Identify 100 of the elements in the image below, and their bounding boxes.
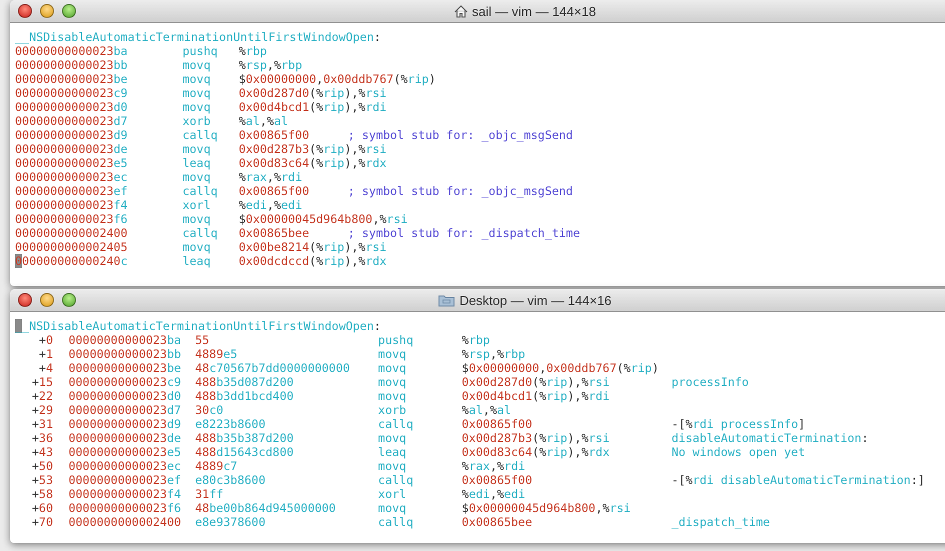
address-text: 00000000000023ec <box>68 459 182 473</box>
operand-text: %edi,%edi <box>462 487 526 501</box>
mnemonic-text: movq <box>182 142 211 156</box>
mnemonic-text: movq <box>182 212 211 226</box>
operand-text: %rbp <box>238 44 267 58</box>
bytes-text: e8223b8600 <box>195 417 266 431</box>
mnemonic-text: movq <box>378 361 406 375</box>
bytes-text: 48be00b864d945000000 <box>195 501 336 515</box>
mnemonic-text: callq <box>378 417 414 431</box>
address-text: 00000000000023d7 <box>68 403 182 417</box>
operand-text: 0x00d83c64(%rip),%rdx <box>462 445 610 459</box>
mnemonic-text: callq <box>378 473 414 487</box>
operand-text: 0x00d287b3(%rip),%rsi <box>462 431 610 445</box>
operand-text: 0x00be8214(%rip),%rsi <box>238 240 387 254</box>
bytes-text: 31ff <box>195 487 224 501</box>
address-text: 000000000000240c <box>15 254 128 268</box>
operand-text: $0x00000045d964b800,%rsi <box>238 212 408 226</box>
address-text: 00000000000023d7 <box>15 114 128 128</box>
address-text: 00000000000023f6 <box>68 501 182 515</box>
operand-text: 0x00865bee <box>238 226 310 240</box>
mnemonic-text: movq <box>182 240 211 254</box>
mnemonic-text: movq <box>182 86 211 100</box>
address-text: 0000000000002405 <box>15 240 128 254</box>
address-text: 0000000000002400 <box>68 515 182 529</box>
mnemonic-text: callq <box>182 128 218 142</box>
operand-text: 0x00dcdccd(%rip),%rdx <box>238 254 387 268</box>
mnemonic-text: leaq <box>182 156 211 170</box>
mnemonic-text: movq <box>182 72 211 86</box>
address-text: 00000000000023ba <box>68 333 182 347</box>
mnemonic-text: pushq <box>182 44 218 58</box>
window-title: Desktop — vim — 144×16 <box>459 292 612 308</box>
address-text: 0000000000002400 <box>15 226 128 240</box>
zoom-button[interactable] <box>62 293 76 307</box>
bytes-text: 488d15643cd800 <box>195 445 294 459</box>
function-label: __NSDisableAutomaticTerminationUntilFirstWindowOpen: <box>15 30 381 44</box>
operand-text: 0x00d4bcd1(%rip),%rdi <box>462 389 610 403</box>
comment-text: ; symbol stub for: _objc_msgSend <box>348 128 573 142</box>
operand-text: 0x00d4bcd1(%rip),%rdi <box>238 100 387 114</box>
close-button[interactable] <box>18 293 32 307</box>
operand-text: %rsp,%rbp <box>462 347 526 361</box>
close-button[interactable] <box>18 4 32 18</box>
offset-text: +15 <box>32 375 53 389</box>
mnemonic-text: xorl <box>378 487 406 501</box>
operand-text: 0x00865f00 <box>462 417 532 431</box>
comment-text: -[%rdi processInfo] <box>671 417 806 431</box>
bytes-text: 48c70567b7dd0000000000 <box>195 361 350 375</box>
address-text: 00000000000023d0 <box>15 100 128 114</box>
mnemonic-text: movq <box>182 100 211 114</box>
mnemonic-text: movq <box>378 501 406 515</box>
zoom-button[interactable] <box>62 4 76 18</box>
operand-text: 0x00865f00 <box>238 184 310 198</box>
mnemonic-text: pushq <box>378 333 414 347</box>
mnemonic-text: movq <box>378 431 406 445</box>
operand-text: $0x00000000,0x00ddb767(%rip) <box>462 361 659 375</box>
mnemonic-text: movq <box>378 389 406 403</box>
offset-text: +29 <box>32 403 53 417</box>
minimize-button[interactable] <box>40 293 54 307</box>
mnemonic-text: movq <box>378 375 406 389</box>
window-title: sail — vim — 144×18 <box>472 4 596 18</box>
address-text: 00000000000023ba <box>15 44 128 58</box>
comment-text: disableAutomaticTermination: <box>671 431 868 445</box>
address-text: 00000000000023c9 <box>68 375 182 389</box>
offset-text: +43 <box>32 445 53 459</box>
operand-text: %edi,%edi <box>238 198 302 212</box>
offset-text: +36 <box>32 431 53 445</box>
operand-text: %al,%al <box>238 114 288 128</box>
operand-text: $0x00000045d964b800,%rsi <box>462 501 631 515</box>
comment-text: ; symbol stub for: _objc_msgSend <box>348 184 573 198</box>
offset-text: +58 <box>32 487 53 501</box>
mnemonic-text: movq <box>182 170 211 184</box>
operand-text: 0x00865bee <box>462 515 532 529</box>
operand-text: 0x00d287d0(%rip),%rsi <box>462 375 610 389</box>
bytes-text: 4889e5 <box>195 347 238 361</box>
operand-text: %rax,%rdi <box>238 170 302 184</box>
bytes-text: 55 <box>195 333 210 347</box>
address-text: 00000000000023be <box>15 72 128 86</box>
bytes-text: e8e9378600 <box>195 515 266 529</box>
mnemonic-text: movq <box>182 58 211 72</box>
address-text: 00000000000023f6 <box>15 212 128 226</box>
address-text: 00000000000023c9 <box>15 86 128 100</box>
address-text: 00000000000023de <box>15 142 128 156</box>
mnemonic-text: xorb <box>378 403 406 417</box>
address-text: 00000000000023e5 <box>15 156 128 170</box>
comment-text: -[%rdi disableAutomaticTermination:] <box>671 473 925 487</box>
operand-text: 0x00d287b3(%rip),%rsi <box>238 142 387 156</box>
mnemonic-text: xorl <box>182 198 211 212</box>
address-text: 00000000000023ec <box>15 170 128 184</box>
offset-text: +1 <box>38 347 53 361</box>
house-icon <box>454 4 468 18</box>
offset-text: +70 <box>32 515 53 529</box>
bytes-text: 4889c7 <box>195 459 238 473</box>
bytes-text: 488b3dd1bcd400 <box>195 389 294 403</box>
offset-text: +4 <box>38 361 53 375</box>
mnemonic-text: movq <box>378 347 406 361</box>
operand-text: $0x00000000,0x00ddb767(%rip) <box>238 72 436 86</box>
folder-icon <box>438 294 456 306</box>
mnemonic-text: leaq <box>182 254 211 268</box>
bytes-text: e80c3b8600 <box>195 473 266 487</box>
minimize-button[interactable] <box>40 4 54 18</box>
bytes-text: 488b35b387d200 <box>195 431 294 445</box>
